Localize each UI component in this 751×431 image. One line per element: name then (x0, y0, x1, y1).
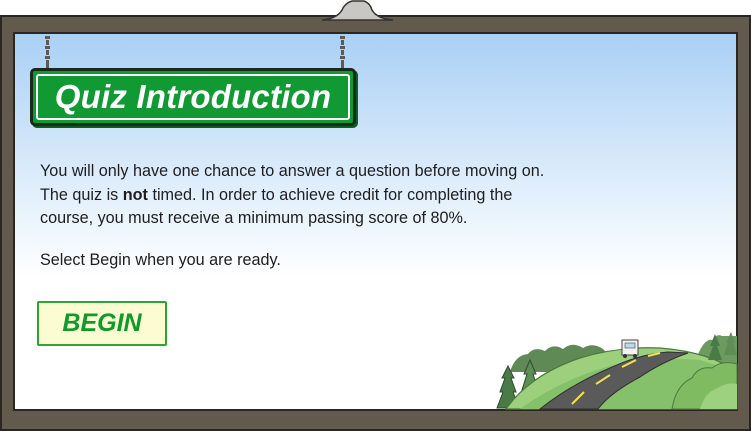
title-sign: Quiz Introduction (30, 68, 356, 126)
intro-paragraph: You will only have one chance to answer … (40, 160, 580, 231)
truck-icon (621, 339, 639, 358)
intro-line-1: You will only have one chance to answer … (40, 162, 545, 180)
intro-line-2-start: The quiz is (40, 185, 123, 204)
intro-text: You will only have one chance to answer … (40, 160, 580, 272)
begin-prompt: Select Begin when you are ready. (40, 250, 281, 269)
intro-line-2-end: timed. In order to achieve credit for co… (147, 185, 513, 204)
intro-emphasis: not (122, 185, 148, 204)
page-title: Quiz Introduction (54, 78, 332, 115)
begin-button[interactable]: BEGIN (37, 301, 167, 346)
quiz-intro-scene: Quiz Introduction You will only have one… (0, 0, 751, 431)
hanger-icon (321, 0, 394, 21)
intro-line-3: course, you must receive a minimum passi… (40, 209, 468, 227)
